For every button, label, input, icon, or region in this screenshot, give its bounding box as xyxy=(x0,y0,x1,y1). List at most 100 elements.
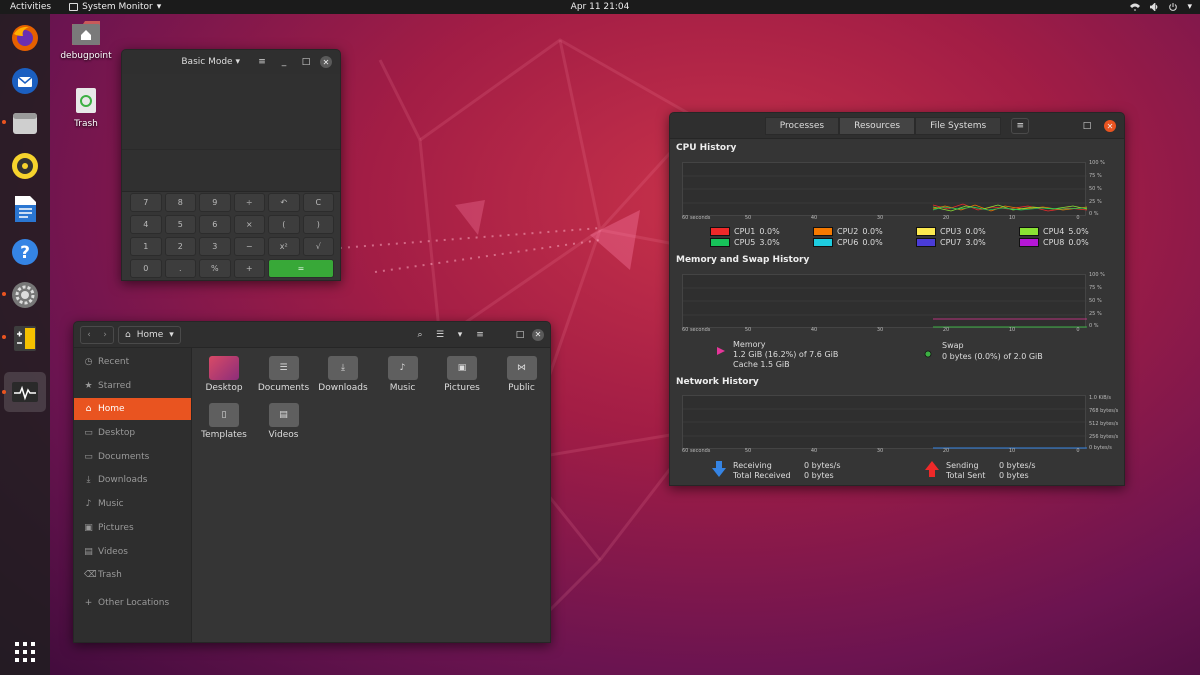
calc-key[interactable]: 0 xyxy=(130,259,162,278)
sidebar-item-trash[interactable]: ⌫ Trash xyxy=(74,564,191,586)
close-icon[interactable]: ✕ xyxy=(532,328,544,341)
cpu-color-swatch[interactable] xyxy=(916,238,936,247)
close-icon[interactable]: ✕ xyxy=(1104,120,1116,132)
calc-key[interactable]: √ xyxy=(302,237,334,256)
upload-arrow-icon[interactable] xyxy=(925,461,939,477)
tab-file-systems[interactable]: File Systems xyxy=(915,116,1002,135)
calc-key[interactable]: 5 xyxy=(164,215,196,234)
system-tray[interactable]: ▾ xyxy=(1130,0,1192,14)
cpu-legend-item[interactable]: CPU7 3.0% xyxy=(916,238,986,247)
path-bar[interactable]: ⌂ Home ▾ xyxy=(118,325,181,344)
swap-pie-icon[interactable] xyxy=(924,350,932,358)
cpu-color-swatch[interactable] xyxy=(1019,238,1039,247)
dock-system-monitor[interactable] xyxy=(9,376,41,408)
cpu-legend-item[interactable]: CPU4 5.0% xyxy=(1019,227,1089,236)
calc-key[interactable]: × xyxy=(233,215,265,234)
cpu-color-swatch[interactable] xyxy=(813,238,833,247)
forward-arrow-icon[interactable]: › xyxy=(97,327,113,343)
cpu-legend-item[interactable]: CPU3 0.0% xyxy=(916,227,986,236)
calc-key[interactable]: 1 xyxy=(130,237,162,256)
cpu-legend-item[interactable]: CPU5 3.0% xyxy=(710,238,780,247)
cpu-color-swatch[interactable] xyxy=(710,227,730,236)
tab-resources[interactable]: Resources xyxy=(839,116,916,135)
desktop-icon-home[interactable]: debugpoint xyxy=(56,20,116,61)
calc-key[interactable]: 9 xyxy=(199,193,231,212)
calc-key[interactable]: 6 xyxy=(199,215,231,234)
sidebar-item-starred[interactable]: ★ Starred xyxy=(74,375,191,397)
dock-help[interactable]: ? xyxy=(9,236,41,268)
cpu-color-swatch[interactable] xyxy=(916,227,936,236)
dock-show-applications[interactable] xyxy=(9,636,41,668)
folder-templates[interactable]: ▯ Templates xyxy=(195,397,253,440)
memory-pie-icon[interactable] xyxy=(716,346,726,356)
dock-settings[interactable] xyxy=(9,279,41,311)
folder-documents[interactable]: ☰ Documents xyxy=(255,350,313,393)
calc-key[interactable]: . xyxy=(164,259,196,278)
sidebar-item-documents[interactable]: ▭ Documents xyxy=(74,446,191,468)
calc-key[interactable]: + xyxy=(233,259,265,278)
cpu-legend-item[interactable]: CPU2 0.0% xyxy=(813,227,883,236)
calc-key[interactable]: ÷ xyxy=(233,193,265,212)
menu-button[interactable]: ≡ xyxy=(1011,117,1030,134)
folder-public[interactable]: ⋈ Public xyxy=(493,350,551,393)
cpu-color-swatch[interactable] xyxy=(710,238,730,247)
download-arrow-icon[interactable] xyxy=(712,461,726,477)
dock-files[interactable] xyxy=(9,107,41,139)
folder-downloads[interactable]: ⤓ Downloads xyxy=(314,350,372,393)
cpu-legend-item[interactable]: CPU6 0.0% xyxy=(813,238,883,247)
sidebar-item-downloads[interactable]: ⤓ Downloads xyxy=(74,469,191,491)
calc-key[interactable]: ( xyxy=(268,215,300,234)
calc-key[interactable]: ) xyxy=(302,215,334,234)
folder-videos[interactable]: ▤ Videos xyxy=(255,397,313,440)
view-options-icon[interactable]: ▾ xyxy=(452,327,468,343)
view-list-icon[interactable]: ☰ xyxy=(432,327,448,343)
calc-key[interactable]: 4 xyxy=(130,215,162,234)
calc-key[interactable]: 2 xyxy=(164,237,196,256)
dock-libreoffice-writer[interactable] xyxy=(9,193,41,225)
tab-processes[interactable]: Processes xyxy=(764,116,840,135)
equals-button[interactable]: = xyxy=(268,259,334,278)
search-icon[interactable]: ⌕ xyxy=(412,327,428,343)
sidebar-item-recent[interactable]: ◷ Recent xyxy=(74,351,191,373)
sidebar-item-music[interactable]: ♪ Music xyxy=(74,493,191,515)
dock-calculator[interactable] xyxy=(9,322,41,354)
calc-key[interactable]: x² xyxy=(268,237,300,256)
menu-button[interactable]: ≡ xyxy=(254,54,270,70)
sidebar-item-desktop[interactable]: ▭ Desktop xyxy=(74,422,191,444)
sidebar-item-pictures[interactable]: ▣ Pictures xyxy=(74,517,191,539)
maximize-icon[interactable]: □ xyxy=(512,327,528,343)
calc-key[interactable]: % xyxy=(199,259,231,278)
back-arrow-icon[interactable]: ‹ xyxy=(81,327,97,343)
calc-key[interactable]: C xyxy=(302,193,334,212)
folder-desktop[interactable]: Desktop xyxy=(195,350,253,393)
cpu-color-swatch[interactable] xyxy=(1019,227,1039,236)
folder-pictures[interactable]: ▣ Pictures xyxy=(433,350,491,393)
sidebar-item-home[interactable]: ⌂ Home xyxy=(74,398,191,421)
folder-music[interactable]: ♪ Music xyxy=(374,350,432,393)
maximize-icon[interactable]: □ xyxy=(1082,121,1092,131)
calc-key[interactable]: 3 xyxy=(199,237,231,256)
activities-button[interactable]: Activities xyxy=(0,2,61,12)
calculator-display[interactable] xyxy=(122,74,340,192)
cpu-color-swatch[interactable] xyxy=(813,227,833,236)
calc-key[interactable]: − xyxy=(233,237,265,256)
sidebar-item-other-locations[interactable]: + Other Locations xyxy=(74,592,191,614)
cpu-legend-item[interactable]: CPU1 0.0% xyxy=(710,227,780,236)
desktop-icon-trash[interactable]: Trash xyxy=(56,86,116,129)
close-icon[interactable]: ✕ xyxy=(320,56,332,68)
menu-button[interactable]: ≡ xyxy=(472,327,488,343)
clock[interactable]: Apr 11 21:04 xyxy=(0,2,1200,12)
calc-key[interactable]: ↶ xyxy=(268,193,300,212)
sidebar-item-videos[interactable]: ▤ Videos xyxy=(74,541,191,563)
network-y-label: 0 bytes/s xyxy=(1089,445,1112,451)
cpu-legend-item[interactable]: CPU8 0.0% xyxy=(1019,238,1089,247)
calc-key[interactable]: 7 xyxy=(130,193,162,212)
dock-rhythmbox[interactable] xyxy=(9,150,41,182)
dock-firefox[interactable] xyxy=(9,22,41,54)
mode-selector[interactable]: Basic Mode ▾ xyxy=(181,57,240,67)
app-menu[interactable]: System Monitor ▾ xyxy=(61,2,161,12)
dock-thunderbird[interactable] xyxy=(9,65,41,97)
minimize-icon[interactable]: _ xyxy=(276,54,292,70)
maximize-icon[interactable]: □ xyxy=(298,54,314,70)
calc-key[interactable]: 8 xyxy=(164,193,196,212)
